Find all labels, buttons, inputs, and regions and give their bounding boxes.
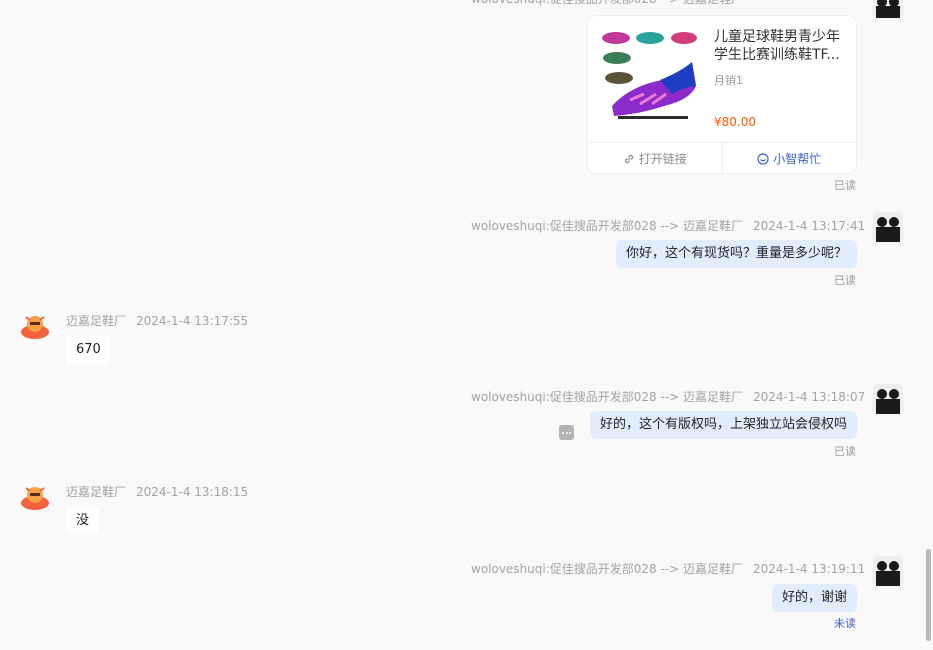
sender-name: woloveshuqi:促佳搜品开发部028 --> 迈嘉足鞋厂: [471, 219, 744, 233]
message-time: 2024-1-4 13:17:55: [136, 314, 249, 328]
avatar-shop[interactable]: [20, 310, 50, 340]
sender-name: 迈嘉足鞋厂: [66, 314, 127, 328]
message-header: woloveshuqi:促佳搜品开发部028 --> 迈嘉足鞋厂 2024-1-4…: [471, 560, 865, 577]
message-time: 2024-1-4 13:19:11: [753, 562, 866, 576]
link-icon: [624, 154, 633, 163]
avatar-self-image: [873, 212, 903, 242]
shop-mascot-icon: [20, 481, 50, 511]
message-bubble[interactable]: 670: [66, 336, 111, 364]
avatar-self[interactable]: [873, 212, 903, 242]
message-header: woloveshuqi:促佳搜品开发部028 --> 迈嘉足鞋厂 2024-1-4…: [471, 388, 865, 405]
product-card-footer: 打开链接 小智帮忙: [588, 142, 856, 174]
assistant-help-label: 小智帮忙: [773, 152, 822, 166]
message-bubble[interactable]: 没: [66, 507, 100, 535]
product-price: ¥80.00: [714, 115, 756, 129]
open-link-label: 打开链接: [638, 152, 687, 166]
assistant-smile-icon: [757, 152, 769, 165]
avatar-self[interactable]: [873, 556, 903, 586]
product-monthly-sales: 月销1: [714, 74, 743, 87]
sender-name: woloveshuqi:促佳搜品开发部028 --> 迈嘉足鞋厂: [471, 390, 744, 404]
message-header-top: woloveshuqi:促佳搜品开发部028 --> 迈嘉足鞋厂: [471, 0, 743, 7]
avatar-self-image: [873, 0, 903, 18]
avatar-self-image: [873, 556, 903, 586]
product-title[interactable]: 儿童足球鞋男青少年学生比赛训练鞋TF...: [714, 28, 846, 64]
message-bubble[interactable]: 好的，这个有版权吗，上架独立站会侵权吗: [589, 411, 857, 439]
read-status: 已读: [834, 179, 856, 192]
shop-mascot-icon: [20, 310, 50, 340]
product-card[interactable]: 儿童足球鞋男青少年学生比赛训练鞋TF... 月销1 ¥80.00 打开链接 小智…: [588, 16, 856, 174]
sender-name: woloveshuqi:促佳搜品开发部028 --> 迈嘉足鞋厂: [471, 0, 743, 6]
avatar-self[interactable]: [873, 0, 903, 18]
avatar-self-image: [873, 384, 903, 414]
chat-scrollbar[interactable]: [926, 549, 931, 641]
message-bubble[interactable]: 你好，这个有现货吗？重量是多少呢？: [615, 240, 857, 268]
assistant-help-button[interactable]: 小智帮忙: [721, 143, 857, 174]
avatar-shop[interactable]: [20, 481, 50, 511]
message-header: 迈嘉足鞋厂 2024-1-4 13:18:15: [66, 483, 248, 500]
read-status: 已读: [834, 445, 856, 458]
message-header: 迈嘉足鞋厂 2024-1-4 13:17:55: [66, 312, 248, 329]
read-status: 已读: [834, 274, 856, 287]
sender-name: woloveshuqi:促佳搜品开发部028 --> 迈嘉足鞋厂: [471, 562, 744, 576]
message-time: 2024-1-4 13:18:15: [136, 485, 249, 499]
more-options-icon[interactable]: [559, 425, 574, 440]
message-time: 2024-1-4 13:18:07: [753, 390, 866, 404]
message-time: 2024-1-4 13:17:41: [753, 219, 866, 233]
avatar-self[interactable]: [873, 384, 903, 414]
open-link-button[interactable]: 打开链接: [588, 143, 722, 174]
message-header: woloveshuqi:促佳搜品开发部028 --> 迈嘉足鞋厂 2024-1-4…: [471, 217, 865, 234]
unread-status: 未读: [834, 617, 856, 630]
message-bubble[interactable]: 好的，谢谢: [771, 584, 857, 612]
sender-name: 迈嘉足鞋厂: [66, 485, 127, 499]
product-image: [602, 32, 697, 119]
